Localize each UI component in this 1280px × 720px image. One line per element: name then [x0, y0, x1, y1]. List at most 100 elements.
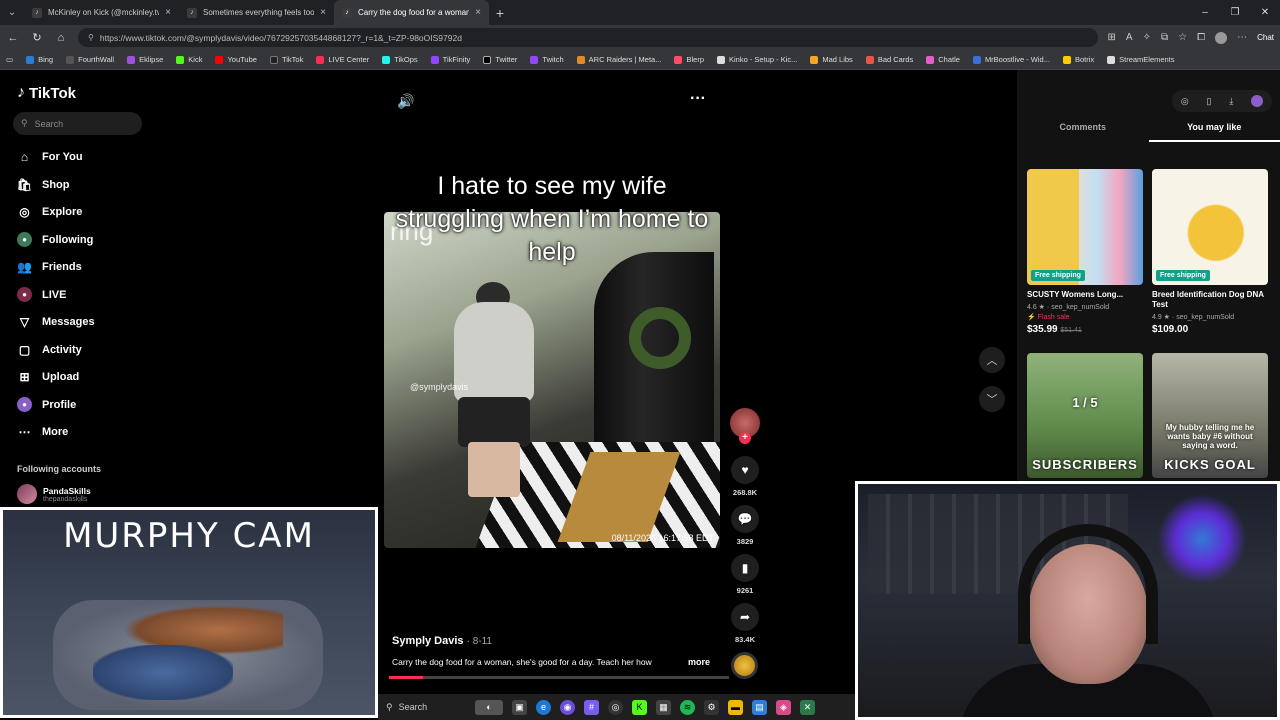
kick-icon[interactable]: K [632, 699, 647, 715]
dashboard-icon[interactable]: ◎ [1181, 96, 1189, 107]
bookmark-item[interactable]: Kick [176, 55, 202, 64]
chat-button[interactable]: Chat [1257, 33, 1274, 42]
sidebar-item-upload[interactable]: ⊞ Upload [17, 369, 79, 384]
site-info-icon[interactable]: ⚲ [88, 33, 94, 42]
collections-icon[interactable]: ⧠ [1197, 32, 1205, 43]
close-tab-icon[interactable]: × [165, 7, 171, 18]
sidebar-item-more[interactable]: ⋯ More [17, 424, 69, 439]
video-card[interactable]: My hubby telling me he wants baby #6 wit… [1152, 353, 1268, 478]
browser-tab-3-active[interactable]: ♪ Carry the dog food for a woman, sh × [334, 0, 489, 25]
more-description-link[interactable]: more [688, 657, 710, 667]
bookmark-item[interactable]: LIVE Center [316, 55, 369, 64]
product-card[interactable]: Free shipping Breed Identification Dog D… [1152, 169, 1268, 335]
edge-icon[interactable]: e [536, 699, 551, 715]
bookmark-item[interactable]: StreamElements [1107, 55, 1175, 64]
more-options-icon[interactable]: ··· [690, 90, 706, 108]
new-tab-button[interactable]: + [489, 5, 511, 21]
close-window-icon[interactable]: ✕ [1250, 0, 1280, 25]
bookmark-item[interactable]: Bad Cards [865, 55, 913, 64]
bookmark-item[interactable]: Mad Libs [810, 55, 853, 64]
following-account-item[interactable]: PandaSkills thepandaskills [17, 484, 91, 504]
sidebar-item-live[interactable]: ● LIVE [17, 287, 66, 302]
sidebar-item-profile[interactable]: ● Profile [17, 397, 76, 412]
like-button[interactable]: ♥ 268.8K [728, 456, 762, 497]
save-button[interactable]: ▮ 9261 [728, 554, 762, 595]
browser-tab-1[interactable]: ♪ McKinley on Kick (@mckinley.tv) | × [24, 0, 179, 25]
bookmark-folder-icon[interactable]: ▭ [6, 55, 13, 64]
bookmark-item[interactable]: Twitch [530, 55, 564, 64]
tab-you-may-like[interactable]: You may like [1148, 122, 1280, 142]
sidebar-item-friends[interactable]: 👥 Friends [17, 259, 82, 274]
sidebar-item-activity[interactable]: ▢ Activity [17, 342, 82, 357]
file-explorer-icon[interactable]: ▬ [728, 699, 743, 715]
bookmark-item[interactable]: TikFinity [430, 55, 470, 64]
bookmark-item[interactable]: Eklipse [127, 55, 163, 64]
user-avatar[interactable] [1251, 95, 1264, 107]
apps-icon[interactable]: ⊞ [1108, 32, 1116, 43]
tiktok-logo[interactable]: ♪ TikTok [17, 84, 76, 102]
close-tab-icon[interactable]: × [320, 7, 326, 18]
home-icon[interactable]: ⌂ [54, 32, 68, 44]
reload-icon[interactable]: ↻ [30, 31, 44, 44]
tab-search-icon[interactable]: ⌄ [0, 7, 24, 18]
close-tab-icon[interactable]: × [475, 7, 481, 18]
bookmark-item[interactable]: Chatle [926, 55, 960, 64]
share-button[interactable]: ➦ 83.4K [728, 603, 762, 644]
volume-icon[interactable]: 🔊 [397, 93, 414, 110]
url-field[interactable]: ⚲ https://www.tiktok.com/@symplydavis/vi… [78, 28, 1098, 47]
creator-avatar[interactable]: + [730, 408, 760, 444]
notepad-icon[interactable]: ▤ [752, 699, 767, 715]
menu-icon[interactable]: ⋯ [1237, 32, 1247, 43]
extensions-icon[interactable]: ✧ [1143, 32, 1151, 43]
search-input[interactable]: ⚲ Search [13, 112, 142, 135]
video-author[interactable]: Symply Davis · 8-11 [392, 635, 492, 647]
task-view-icon[interactable]: ▣ [512, 699, 527, 715]
spotify-icon[interactable]: ≋ [680, 699, 695, 715]
bookmark-item[interactable]: Bing [26, 55, 53, 64]
discord-icon[interactable]: ◉ [560, 699, 575, 715]
minimize-icon[interactable]: – [1190, 0, 1220, 25]
download-icon[interactable]: ⤓ [1229, 96, 1233, 107]
widgets-icon[interactable]: ◐ [475, 699, 503, 715]
music-disc-icon[interactable] [731, 652, 758, 679]
bookmark-item[interactable]: Kinko - Setup - Kic... [717, 55, 797, 64]
bookmark-item[interactable]: YouTube [215, 55, 257, 64]
profile-avatar[interactable] [1215, 31, 1228, 44]
browser-tab-2[interactable]: ♪ Sometimes everything feels too lo × [179, 0, 334, 25]
following-icon: ● [17, 232, 32, 247]
sidebar-item-explore[interactable]: ◎ Explore [17, 204, 82, 219]
product-card[interactable]: Free shipping SCUSTY Womens Long... 4.6 … [1027, 169, 1143, 335]
follow-plus-icon[interactable]: + [739, 432, 751, 444]
bookmark-item[interactable]: TikTok [269, 55, 303, 64]
video-card[interactable]: 1 / 5 SUBSCRIBERS [1027, 353, 1143, 478]
maximize-icon[interactable]: ❐ [1220, 0, 1250, 25]
photos-icon[interactable]: ▦ [656, 699, 671, 715]
split-icon[interactable]: ⧉ [1161, 32, 1168, 43]
taskbar-search[interactable]: ⚲ Search [386, 702, 466, 713]
sidebar-item-for-you[interactable]: ⌂ For You [17, 149, 83, 164]
excel-icon[interactable]: ✕ [800, 699, 815, 715]
bookmark-item[interactable]: MrBoostlive - Wid... [972, 55, 1050, 64]
sidebar-item-messages[interactable]: ▽ Messages [17, 314, 95, 329]
bookmark-item[interactable]: TikOps [382, 55, 418, 64]
bookmark-item[interactable]: ARC Raiders | Meta... [576, 55, 661, 64]
settings-icon[interactable]: ⚙ [704, 699, 719, 715]
previous-video-button[interactable]: ︿ [979, 347, 1005, 373]
favorites-icon[interactable]: ☆ [1178, 32, 1187, 43]
obs-icon[interactable]: ◎ [608, 699, 623, 715]
sidebar-item-shop[interactable]: 🛍 Shop [17, 177, 70, 192]
comment-button[interactable]: 💬 3829 [728, 505, 762, 546]
back-icon[interactable]: ← [6, 32, 20, 44]
video-progress-bar[interactable] [389, 676, 729, 679]
read-aloud-icon[interactable]: A [1126, 32, 1133, 43]
next-video-button[interactable]: ﹀ [979, 386, 1005, 412]
app-icon[interactable]: ◈ [776, 699, 791, 715]
bookmark-item[interactable]: Botrix [1062, 55, 1094, 64]
tab-comments[interactable]: Comments [1017, 122, 1149, 142]
slack-icon[interactable]: # [584, 699, 599, 715]
mobile-icon[interactable]: ▯ [1207, 96, 1212, 107]
bookmark-item[interactable]: Blerp [674, 55, 704, 64]
bookmark-item[interactable]: FourthWall [66, 55, 114, 64]
sidebar-item-following[interactable]: ● Following [17, 232, 93, 247]
bookmark-item[interactable]: Twitter [483, 55, 517, 64]
